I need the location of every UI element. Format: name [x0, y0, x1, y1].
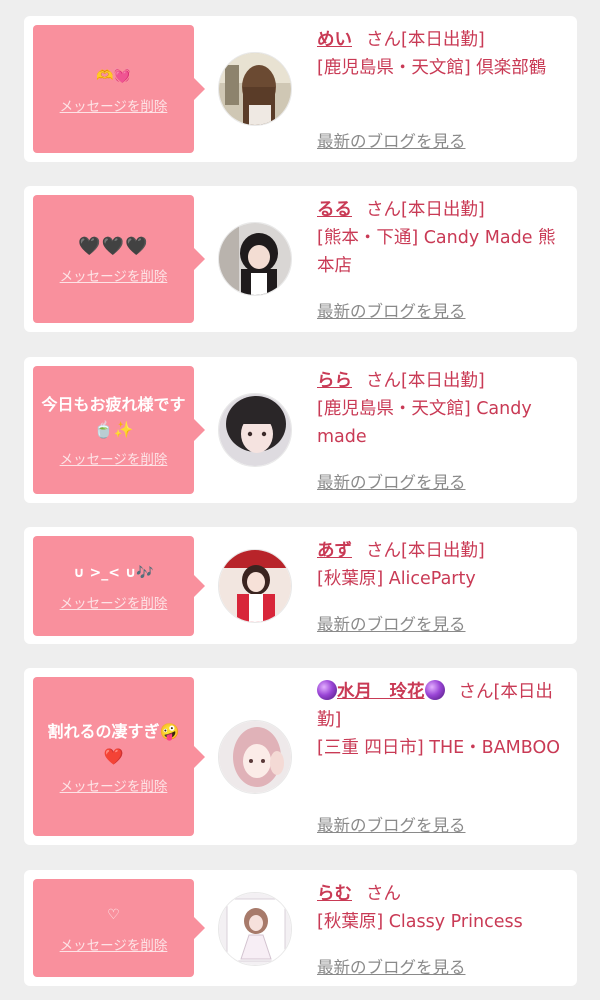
avatar[interactable] [218, 52, 292, 126]
message-bubble: ∪ >_< ∪🎶 メッセージを削除 [33, 536, 205, 636]
message-bubble: 割れるの凄すぎ🤪❤️ メッセージを削除 [33, 677, 205, 836]
attendance-status: [本日出勤] [401, 371, 485, 391]
list-item: ∪ >_< ∪🎶 メッセージを削除 あず さん[本日出勤] [秋葉原] Alice… [24, 527, 577, 644]
delete-message-link[interactable]: メッセージを削除 [60, 265, 168, 285]
item-info: るる さん[本日出勤] [熊本・下通] Candy Made 熊本店 [317, 196, 569, 280]
avatar-photo-pink-hair [219, 721, 291, 793]
avatar-photo-maid [219, 223, 291, 295]
list-item: 🫶💓 メッセージを削除 めい さん[本日出勤] [鹿児島県・天文館] 倶楽部鶴 最… [24, 16, 577, 162]
message-bubble: ♡ メッセージを削除 [33, 879, 205, 977]
list-item: ♡ メッセージを削除 らむ さん [秋葉原] Classy Princess 最新… [24, 870, 577, 986]
avatar-photo-red-costume [219, 550, 291, 622]
delete-message-link[interactable]: メッセージを削除 [60, 95, 168, 115]
avatar[interactable] [218, 892, 292, 966]
cast-name-link[interactable]: 水月 玲花 [317, 680, 445, 702]
attendance-status: [本日出勤] [401, 30, 485, 50]
message-text: 🫶💓 [96, 67, 131, 84]
item-info: あず さん[本日出勤] [秋葉原] AliceParty [317, 537, 569, 593]
avatar[interactable] [218, 720, 292, 794]
shop-name: [秋葉原] Classy Princess [317, 912, 523, 932]
shop-name: [熊本・下通] Candy Made 熊本店 [317, 228, 556, 276]
shop-name: [鹿児島県・天文館] 倶楽部鶴 [317, 58, 547, 78]
list-item: 🖤🖤🖤 メッセージを削除 るる さん[本日出勤] [熊本・下通] Candy Ma… [24, 186, 577, 332]
latest-blog-link[interactable]: 最新のブログを見る [317, 469, 466, 493]
item-info: めい さん[本日出勤] [鹿児島県・天文館] 倶楽部鶴 [317, 26, 569, 82]
crystal-ball-icon [317, 680, 337, 700]
list-item: 今日もお疲れ様です🍵✨ メッセージを削除 らら さん[本日出勤] [鹿児島県・天文… [24, 357, 577, 503]
avatar[interactable] [218, 549, 292, 623]
attendance-status: [本日出勤] [401, 200, 485, 220]
crystal-ball-icon [424, 680, 445, 700]
message-list: 🫶💓 メッセージを削除 めい さん[本日出勤] [鹿児島県・天文館] 倶楽部鶴 最… [0, 0, 600, 1000]
message-text: 🖤🖤🖤 [78, 235, 149, 257]
avatar-photo-face [219, 394, 291, 466]
cast-name-link[interactable]: あず [317, 541, 352, 561]
item-info: らら さん[本日出勤] [鹿児島県・天文館] Candy made [317, 367, 569, 451]
latest-blog-link[interactable]: 最新のブログを見る [317, 298, 466, 322]
message-text: 今日もお疲れ様です🍵✨ [41, 395, 186, 439]
san-label: さん [366, 30, 401, 50]
shop-name: [三重 四日市] THE・BAMBOO [317, 738, 561, 758]
message-text: ∪ >_< ∪🎶 [73, 564, 154, 581]
delete-message-link[interactable]: メッセージを削除 [60, 775, 168, 795]
latest-blog-link[interactable]: 最新のブログを見る [317, 128, 466, 152]
latest-blog-link[interactable]: 最新のブログを見る [317, 954, 466, 978]
latest-blog-link[interactable]: 最新のブログを見る [317, 812, 466, 836]
san-label: さん [366, 200, 401, 220]
avatar-photo-long-hair [219, 53, 291, 125]
delete-message-link[interactable]: メッセージを削除 [60, 592, 168, 612]
avatar[interactable] [218, 393, 292, 467]
san-label: さん [366, 884, 401, 904]
delete-message-link[interactable]: メッセージを削除 [60, 934, 168, 954]
san-label: さん [366, 371, 401, 391]
avatar[interactable] [218, 222, 292, 296]
delete-message-link[interactable]: メッセージを削除 [60, 448, 168, 468]
shop-name: [鹿児島県・天文館] Candy made [317, 399, 532, 447]
message-bubble: 🖤🖤🖤 メッセージを削除 [33, 195, 205, 323]
attendance-status: [本日出勤] [401, 541, 485, 561]
message-text: 割れるの凄すぎ🤪❤️ [47, 721, 180, 766]
item-info: らむ さん [秋葉原] Classy Princess [317, 880, 569, 936]
list-item: 割れるの凄すぎ🤪❤️ メッセージを削除 水月 玲花 さん[本日出勤] [三重 四日… [24, 668, 577, 845]
san-label: さん [366, 541, 401, 561]
message-text: ♡ [107, 906, 120, 923]
cast-name-link[interactable]: らら [317, 371, 352, 391]
message-bubble: 🫶💓 メッセージを削除 [33, 25, 205, 153]
cast-name-link[interactable]: めい [317, 30, 352, 50]
cast-name-text: 水月 玲花 [337, 682, 425, 702]
shop-name: [秋葉原] AliceParty [317, 569, 476, 589]
cast-name-link[interactable]: らむ [317, 884, 352, 904]
avatar-photo-white-dress [219, 893, 291, 965]
san-label: さん [458, 682, 494, 702]
message-bubble: 今日もお疲れ様です🍵✨ メッセージを削除 [33, 366, 205, 494]
latest-blog-link[interactable]: 最新のブログを見る [317, 611, 466, 635]
cast-name-link[interactable]: るる [317, 200, 352, 220]
item-info: 水月 玲花 さん[本日出勤] [三重 四日市] THE・BAMBOO [317, 678, 569, 762]
